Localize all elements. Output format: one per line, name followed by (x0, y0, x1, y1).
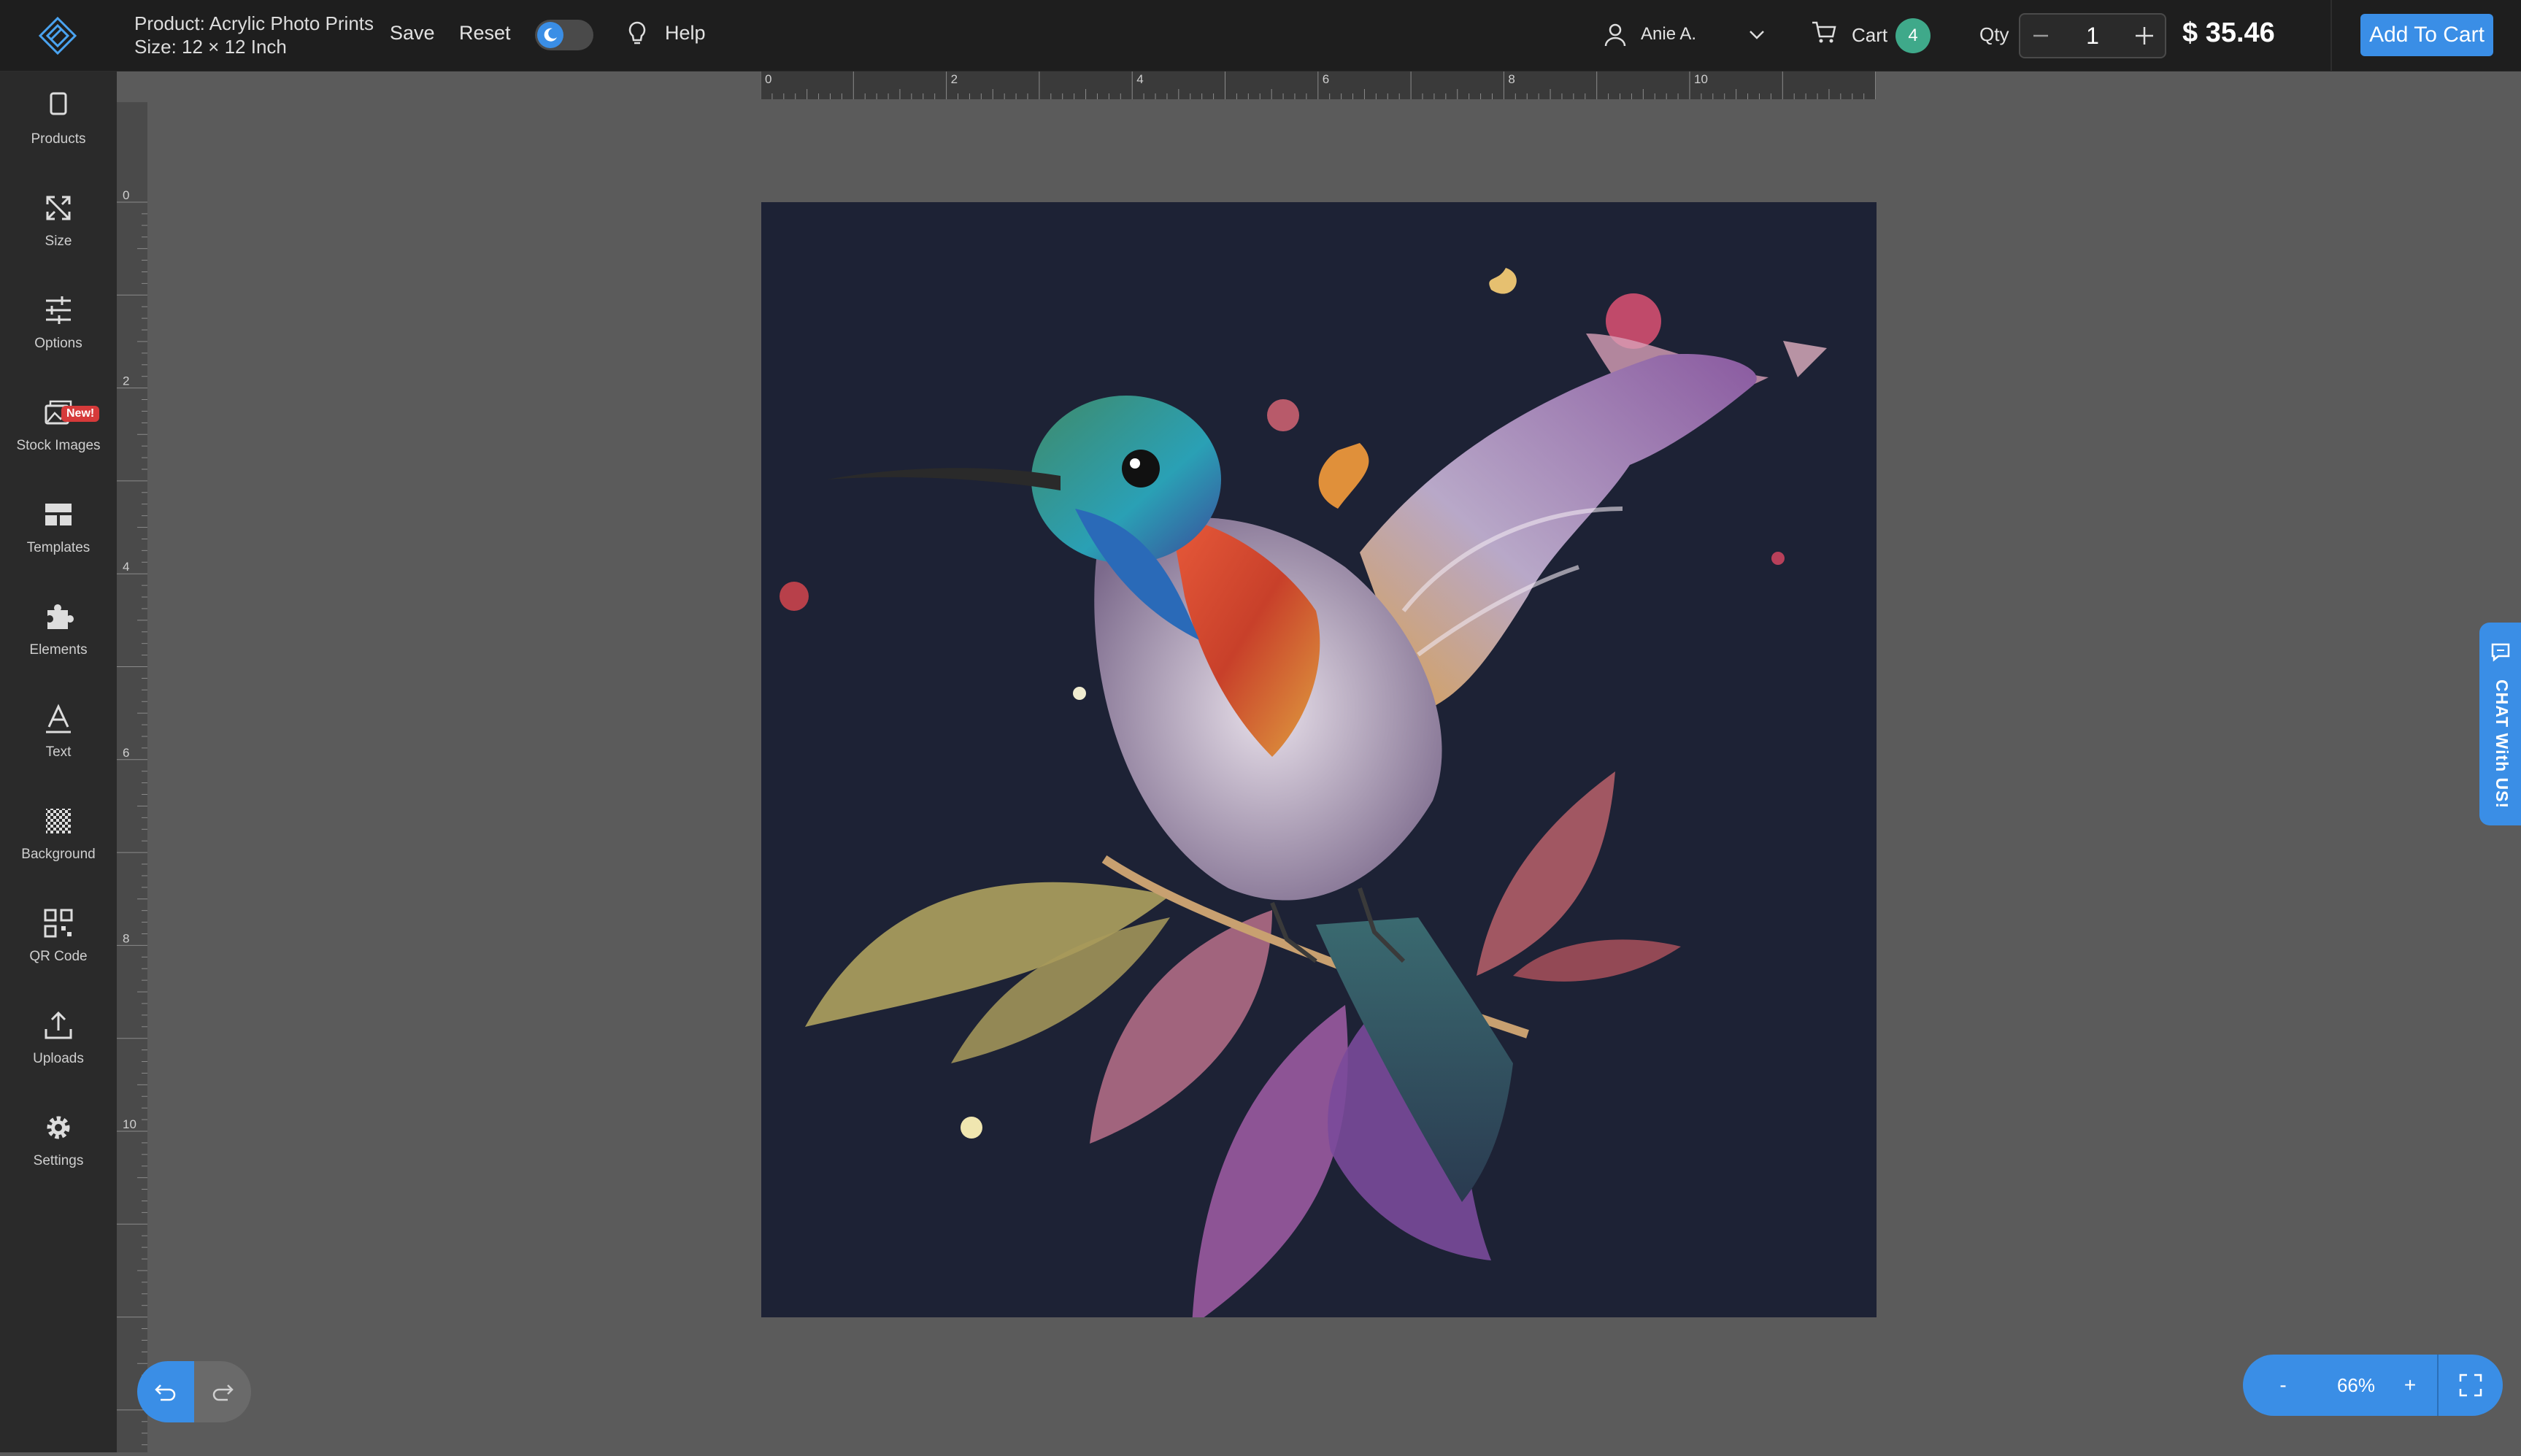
hummingbird-artwork-image[interactable] (761, 202, 1877, 1317)
template-icon (45, 504, 72, 525)
user-icon[interactable] (1603, 22, 1628, 48)
ruler-label: 6 (123, 746, 129, 760)
tool-sidebar: Products Size Options New! Stock Images … (0, 72, 117, 1452)
ruler-label: 4 (1136, 72, 1143, 86)
ruler-label: 10 (123, 1117, 136, 1131)
dark-mode-toggle[interactable] (535, 20, 593, 50)
puzzle-icon (47, 604, 74, 629)
chevron-down-icon[interactable] (1747, 25, 1766, 44)
zoom-in-button[interactable]: + (2385, 1355, 2436, 1416)
divider (2331, 0, 2332, 71)
history-controls (137, 1361, 251, 1422)
cart-icon[interactable] (1810, 19, 1838, 45)
ruler-label: 2 (123, 374, 129, 388)
help-link[interactable]: Help (665, 22, 706, 45)
ruler-horizontal-ticks: 0 2 4 6 8 10 (760, 72, 1877, 99)
plus-icon (2136, 27, 2153, 45)
sidebar-item-label: QR Code (29, 949, 88, 964)
product-name: Product: Acrylic Photo Prints (134, 12, 374, 34)
sidebar-item-uploads[interactable]: Uploads (0, 991, 117, 1086)
add-to-cart-button[interactable]: Add To Cart (2360, 14, 2493, 56)
upload-icon (45, 1011, 72, 1039)
user-name[interactable]: Anie A. (1641, 24, 1696, 45)
design-canvas[interactable] (761, 202, 1877, 1317)
sidebar-item-settings[interactable]: Settings (0, 1093, 117, 1188)
checker-icon (46, 809, 71, 833)
redo-button[interactable] (194, 1361, 251, 1422)
sidebar-item-label: Background (21, 847, 96, 862)
sidebar-item-background[interactable]: Background (0, 787, 117, 882)
lightbulb-icon[interactable] (626, 20, 648, 48)
sidebar-item-stock-images[interactable]: New! Stock Images (0, 378, 117, 473)
quantity-stepper: 1 (2019, 13, 2166, 58)
product-size: Size: 12 × 12 Inch (134, 36, 287, 58)
ruler-label: 6 (1323, 72, 1329, 86)
sidebar-item-label: Stock Images (16, 438, 101, 453)
product-info: Product: Acrylic Photo Prints Size: 12 ×… (134, 12, 374, 58)
sidebar-item-qr-code[interactable]: QR Code (0, 889, 117, 984)
sidebar-item-label: Size (45, 234, 72, 249)
ruler-horizontal[interactable]: 0 2 4 6 8 10 (760, 72, 1877, 99)
chat-label: CHAT With US! (2493, 679, 2512, 809)
zoom-out-button[interactable]: - (2258, 1355, 2309, 1416)
new-badge: New! (61, 406, 100, 422)
undo-button[interactable] (137, 1361, 194, 1422)
price: $ 35.46 (2182, 18, 2275, 48)
ruler-vertical[interactable]: 0 2 4 6 8 10 (117, 102, 147, 1452)
cart-link[interactable]: Cart (1852, 24, 1887, 47)
app-logo-icon[interactable] (38, 16, 77, 55)
sliders-icon (46, 296, 71, 324)
ruler-label: 2 (951, 72, 958, 86)
cart-count-badge: 4 (1895, 18, 1931, 53)
sidebar-item-label: Uploads (33, 1051, 84, 1066)
moon-icon (537, 22, 563, 48)
redo-icon (212, 1384, 234, 1401)
qty-increase-button[interactable] (2124, 15, 2165, 57)
sidebar-item-elements[interactable]: Elements (0, 582, 117, 677)
fullscreen-icon (2459, 1374, 2482, 1397)
gear-icon (47, 1116, 70, 1139)
sidebar-item-text[interactable]: Text (0, 685, 117, 779)
sidebar-item-size[interactable]: Size (0, 174, 117, 269)
top-bar: Product: Acrylic Photo Prints Size: 12 ×… (0, 0, 2521, 72)
fullscreen-button[interactable] (2439, 1355, 2503, 1416)
ruler-label: 8 (123, 931, 129, 945)
tablet-icon (50, 92, 67, 115)
reset-button[interactable]: Reset (459, 22, 511, 45)
chat-with-us-tab[interactable]: CHAT With US! (2479, 623, 2521, 825)
sidebar-item-label: Elements (29, 642, 88, 658)
chat-bubble-icon (2491, 643, 2510, 662)
undo-icon (155, 1384, 176, 1401)
resize-arrows-icon (46, 196, 71, 220)
ruler-label: 10 (1694, 72, 1708, 86)
ruler-label: 8 (1508, 72, 1514, 86)
sidebar-item-label: Options (34, 336, 82, 351)
sidebar-item-label: Templates (26, 540, 91, 555)
sidebar-item-templates[interactable]: Templates (0, 480, 117, 575)
sidebar-item-label: Text (45, 744, 72, 760)
minus-icon (2033, 34, 2048, 37)
save-button[interactable]: Save (390, 22, 435, 45)
qty-label: Qty (1979, 23, 2009, 45)
zoom-control: - 66% + (2243, 1355, 2503, 1416)
qr-icon (44, 909, 73, 938)
qty-value[interactable]: 1 (2061, 15, 2124, 57)
sidebar-item-label: Products (31, 131, 86, 147)
sidebar-item-products[interactable]: Products (0, 72, 117, 166)
ruler-label: 0 (123, 188, 129, 202)
ruler-label: 0 (765, 72, 771, 86)
sidebar-item-label: Settings (33, 1153, 84, 1168)
ruler-vertical-ticks: 0 2 4 6 8 10 (117, 188, 147, 1446)
qty-decrease-button[interactable] (2020, 15, 2061, 57)
ruler-label: 4 (123, 560, 129, 574)
text-icon (46, 704, 71, 733)
sidebar-item-options[interactable]: Options (0, 276, 117, 371)
